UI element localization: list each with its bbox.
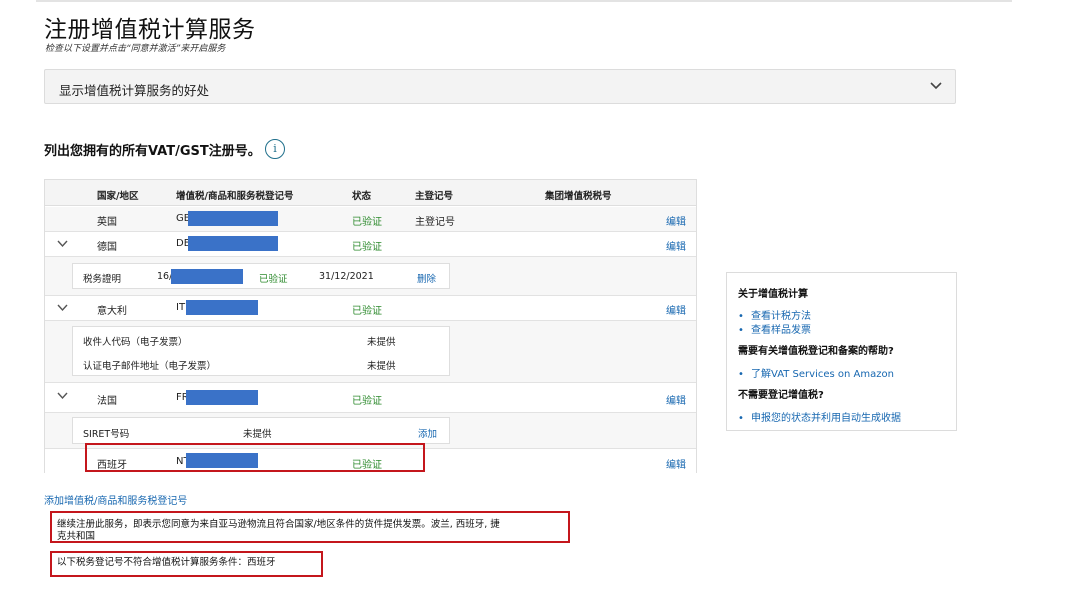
status-badge: 已验证 [352, 306, 382, 317]
benefits-label: 显示增值税计算服务的好处 [59, 83, 210, 98]
header-status: 状态 [352, 191, 372, 202]
redaction-block [186, 390, 258, 405]
redaction-block [186, 300, 258, 315]
certificate-prefix: 16/ [157, 271, 173, 282]
edit-link-france[interactable]: 编辑 [666, 392, 686, 407]
sidebar-link-label: 查看样品发票 [751, 325, 811, 336]
consent-notice-line1: 继续注册此服务，即表示您同意为来自亚马逊物流且符合国家/地区条件的货件提供发票。… [57, 519, 500, 530]
delete-link[interactable]: 删除 [417, 271, 436, 285]
edit-link-italy[interactable]: 编辑 [666, 302, 686, 317]
siret-label: SIRET号码 [83, 429, 130, 440]
number-prefix: IT [176, 302, 186, 313]
ineligible-notice: 以下税务登记号不符合增值税计算服务条件：西班牙 [57, 557, 276, 568]
edit-link-spain[interactable]: 编辑 [666, 456, 686, 471]
country-cell: 德国 [97, 242, 117, 253]
sidebar-link-tax-method[interactable]: • 查看计税方法 [738, 307, 811, 322]
redaction-block [171, 269, 243, 284]
status-badge: 已验证 [352, 396, 382, 407]
edit-link-uk[interactable]: 编辑 [666, 213, 686, 228]
country-cell: 英国 [97, 217, 117, 228]
e-invoice-panel: 收件人代码（电子发票） 未提供 认证电子邮件地址（电子发票） 未提供 [72, 326, 450, 376]
country-cell: 法国 [97, 396, 117, 407]
chevron-down-icon[interactable] [57, 240, 68, 248]
table-row-uk: 英国 GB 已验证 主登记号 编辑 [45, 207, 696, 232]
table-header: 国家/地区 增值税/商品和服务税登记号 状态 主登记号 集团增值税税号 [45, 180, 696, 206]
registrations-title: 列出您拥有的所有VAT/GST注册号。 [44, 144, 261, 159]
siret-panel: SIRET号码 未提供 添加 [72, 417, 450, 444]
edit-link-germany[interactable]: 编辑 [666, 238, 686, 253]
sidebar-heading-about: 关于增值税计算 [738, 289, 808, 300]
header-number: 增值税/商品和服务税登记号 [176, 191, 294, 202]
page-title: 注册增值税计算服务 [44, 17, 256, 43]
pec-email-value: 未提供 [367, 361, 396, 372]
top-divider [36, 0, 1012, 2]
primary-label: 主登记号 [415, 217, 455, 228]
table-row-france: 法国 FR 已验证 编辑 [45, 383, 696, 413]
expiry-date: 31/12/2021 [319, 271, 374, 282]
sidebar-heading-no-vat: 不需要登记增值税? [738, 390, 824, 401]
chevron-down-icon[interactable] [57, 392, 68, 400]
germany-detail-area: 税务證明 16/ 已验证 31/12/2021 删除 [45, 257, 696, 296]
sidebar-link-sample-invoice[interactable]: • 查看样品发票 [738, 321, 811, 336]
chevron-down-icon [930, 82, 942, 90]
vat-registrations-table: 国家/地区 增值税/商品和服务税登记号 状态 主登记号 集团增值税税号 英国 G… [44, 179, 697, 473]
header-group: 集团增值税税号 [545, 191, 612, 202]
country-cell: 意大利 [97, 306, 127, 317]
table-row-germany: 德国 DE 已验证 编辑 [45, 232, 696, 257]
help-sidebar: 关于增值税计算 • 查看计税方法 • 查看样品发票 需要有关增值税登记和备案的帮助?… [726, 272, 957, 431]
sidebar-link-vat-services[interactable]: • 了解VAT Services on Amazon [738, 365, 894, 380]
chevron-down-icon[interactable] [57, 304, 68, 312]
add-vat-number-link[interactable]: 添加增值税/商品和服务税登记号 [44, 492, 187, 507]
recipient-code-value: 未提供 [367, 337, 396, 348]
status-badge: 已验证 [259, 274, 288, 285]
sidebar-link-label: 申报您的状态并利用自动生成收据 [751, 413, 901, 424]
benefits-expander[interactable]: 显示增值税计算服务的好处 [44, 69, 956, 104]
table-row-italy: 意大利 IT 已验证 编辑 [45, 296, 696, 321]
bullet-icon: • [738, 413, 744, 424]
bullet-icon: • [738, 369, 744, 380]
status-badge: 已验证 [352, 217, 382, 228]
header-primary: 主登记号 [415, 191, 454, 202]
status-badge: 已验证 [352, 242, 382, 253]
highlight-box-spain-row [85, 443, 425, 472]
sidebar-link-declare-status[interactable]: • 申报您的状态并利用自动生成收据 [738, 409, 901, 424]
tax-certificate-panel: 税务證明 16/ 已验证 31/12/2021 删除 [72, 263, 450, 289]
siret-value: 未提供 [243, 429, 272, 440]
italy-detail-area: 收件人代码（电子发票） 未提供 认证电子邮件地址（电子发票） 未提供 [45, 321, 696, 383]
info-icon[interactable]: i [265, 139, 285, 159]
bullet-icon: • [738, 325, 744, 336]
add-siret-link[interactable]: 添加 [418, 426, 437, 440]
redaction-block [188, 236, 278, 251]
sidebar-heading-help: 需要有关增值税登记和备案的帮助? [738, 346, 894, 357]
consent-notice-line2: 克共和国 [57, 531, 96, 542]
redaction-block [188, 211, 278, 226]
page-subtitle: 检查以下设置并点击“同意并激活”来开启服务 [45, 44, 226, 54]
tax-certificate-label: 税务證明 [83, 274, 122, 285]
pec-email-label: 认证电子邮件地址（电子发票） [83, 361, 217, 372]
header-country: 国家/地区 [97, 191, 139, 202]
sidebar-link-label: 了解VAT Services on Amazon [751, 369, 894, 380]
recipient-code-label: 收件人代码（电子发票） [83, 337, 188, 348]
